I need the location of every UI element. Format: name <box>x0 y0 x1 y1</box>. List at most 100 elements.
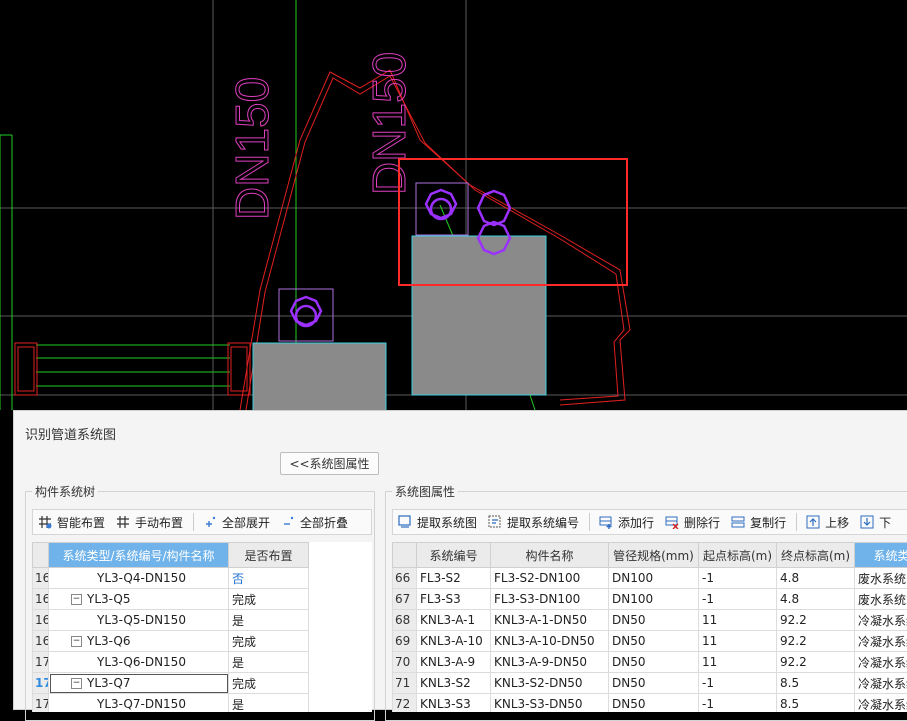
props-header-rownum <box>393 543 417 568</box>
start-elev-cell[interactable]: 11 <box>699 631 777 652</box>
add-row-button[interactable]: 添加行 <box>598 514 654 531</box>
table-row[interactable]: 170 YL3-Q6-DN150 是 <box>33 652 373 673</box>
system-code-cell[interactable]: KNL3-S3 <box>417 694 491 713</box>
component-tree-label: 构件系统树 <box>32 483 98 500</box>
delete-row-label: 删除行 <box>684 514 720 531</box>
move-down-label: 下 <box>879 514 891 531</box>
system-code-cell[interactable]: KNL3-A-9 <box>417 652 491 673</box>
props-header-name[interactable]: 构件名称 <box>491 543 609 568</box>
component-name-cell[interactable]: KNL3-A-1-DN50 <box>491 610 609 631</box>
tree-node-label: YL3-Q5 <box>87 592 131 606</box>
component-name-cell[interactable]: FL3-S3-DN100 <box>491 589 609 610</box>
collapse-node-icon[interactable]: − <box>71 636 82 647</box>
start-elev-cell[interactable]: 11 <box>699 610 777 631</box>
copy-row-button[interactable]: 复制行 <box>730 514 786 531</box>
move-up-button[interactable]: 上移 <box>805 514 849 531</box>
collapse-all-button[interactable]: 全部折叠 <box>280 514 348 531</box>
component-name-cell[interactable]: KNL3-S2-DN50 <box>491 673 609 694</box>
diameter-cell[interactable]: DN50 <box>609 652 699 673</box>
smart-layout-button[interactable]: 智能布置 <box>37 514 105 531</box>
diameter-cell[interactable]: DN50 <box>609 673 699 694</box>
tree-header-name[interactable]: 系统类型/系统编号/构件名称 <box>49 543 229 568</box>
table-row[interactable]: 172 YL3-Q7-DN150 是 <box>33 694 373 713</box>
table-row[interactable]: 171 −YL3-Q7 完成 <box>33 673 373 694</box>
start-elev-cell[interactable]: -1 <box>699 568 777 589</box>
start-elev-cell[interactable]: -1 <box>699 589 777 610</box>
filler-cell <box>309 694 373 713</box>
row-number: 170 <box>33 652 49 673</box>
smart-layout-label: 智能布置 <box>57 514 105 531</box>
system-properties-table-wrap: 系统编号 构件名称 管径规格(mm) 起点标高(m) 终点标高(m) 系统类型 … <box>392 542 907 712</box>
diameter-cell[interactable]: DN50 <box>609 631 699 652</box>
table-row[interactable]: 67 FL3-S3 FL3-S3-DN100 DN100 -1 4.8 废水系统 <box>393 589 907 610</box>
table-row[interactable]: 66 FL3-S2 FL3-S2-DN100 DN100 -1 4.8 废水系统 <box>393 568 907 589</box>
table-row[interactable]: 71 KNL3-S2 KNL3-S2-DN50 DN50 -1 8.5 冷凝水系… <box>393 673 907 694</box>
collapse-node-icon[interactable]: − <box>71 678 82 689</box>
end-elev-cell[interactable]: 4.8 <box>777 568 855 589</box>
end-elev-cell[interactable]: 4.8 <box>777 589 855 610</box>
collapse-node-icon[interactable]: − <box>71 594 82 605</box>
system-type-cell[interactable]: 冷凝水系统 <box>855 673 907 694</box>
end-elev-cell[interactable]: 92.2 <box>777 610 855 631</box>
system-type-cell[interactable]: 冷凝水系统 <box>855 694 907 713</box>
table-row[interactable]: 166 YL3-Q4-DN150 否 <box>33 568 373 589</box>
extract-number-button[interactable]: 提取系统编号 <box>487 514 579 531</box>
tree-toolbar: 智能布置 手动布置 全部展开 全部折叠 <box>32 509 372 535</box>
table-row[interactable]: 68 KNL3-A-1 KNL3-A-1-DN50 DN50 11 92.2 冷… <box>393 610 907 631</box>
props-header-system-type[interactable]: 系统类型 <box>855 543 907 568</box>
row-number: 69 <box>393 631 417 652</box>
props-header-code[interactable]: 系统编号 <box>417 543 491 568</box>
end-elev-cell[interactable]: 8.5 <box>777 673 855 694</box>
system-type-cell[interactable]: 冷凝水系统 <box>855 610 907 631</box>
end-elev-cell[interactable]: 8.5 <box>777 694 855 713</box>
system-type-cell[interactable]: 冷凝水系统 <box>855 631 907 652</box>
toggle-properties-button[interactable]: <<系统图属性 <box>280 452 379 475</box>
diameter-cell[interactable]: DN50 <box>609 610 699 631</box>
system-type-cell[interactable]: 废水系统 <box>855 568 907 589</box>
system-code-cell[interactable]: FL3-S2 <box>417 568 491 589</box>
extract-diagram-button[interactable]: 提取系统图 <box>397 514 477 531</box>
table-row[interactable]: 168 YL3-Q5-DN150 是 <box>33 610 373 631</box>
start-elev-cell[interactable]: -1 <box>699 673 777 694</box>
system-type-cell[interactable]: 废水系统 <box>855 589 907 610</box>
system-code-cell[interactable]: KNL3-S2 <box>417 673 491 694</box>
move-down-button[interactable]: 下 <box>859 514 891 531</box>
move-down-icon <box>859 514 875 530</box>
props-header-diameter[interactable]: 管径规格(mm) <box>609 543 699 568</box>
diameter-cell[interactable]: DN100 <box>609 568 699 589</box>
component-name-cell[interactable]: KNL3-S3-DN50 <box>491 694 609 713</box>
system-code-cell[interactable]: KNL3-A-10 <box>417 631 491 652</box>
component-name-cell[interactable]: KNL3-A-9-DN50 <box>491 652 609 673</box>
end-elev-cell[interactable]: 92.2 <box>777 631 855 652</box>
placement-status: 是 <box>229 694 309 713</box>
system-code-cell[interactable]: KNL3-A-1 <box>417 610 491 631</box>
table-row[interactable]: 69 KNL3-A-10 KNL3-A-10-DN50 DN50 11 92.2… <box>393 631 907 652</box>
start-elev-cell[interactable]: 11 <box>699 652 777 673</box>
table-row[interactable]: 70 KNL3-A-9 KNL3-A-9-DN50 DN50 11 92.2 冷… <box>393 652 907 673</box>
start-elev-cell[interactable]: -1 <box>699 694 777 713</box>
end-elev-cell[interactable]: 92.2 <box>777 652 855 673</box>
component-tree-table: 系统类型/系统编号/构件名称 是否布置 166 YL3-Q4-DN150 否 1… <box>32 542 372 712</box>
pipe-system-dialog: 识别管道系统图 <<系统图属性 构件系统树 智能布置 手动布置 全部展开 <box>13 410 907 710</box>
tree-header-filler <box>309 543 373 568</box>
table-row[interactable]: 167 −YL3-Q5 完成 <box>33 589 373 610</box>
props-header-start-elev[interactable]: 起点标高(m) <box>699 543 777 568</box>
diameter-cell[interactable]: DN100 <box>609 589 699 610</box>
system-code-cell[interactable]: FL3-S3 <box>417 589 491 610</box>
row-number: 169 <box>33 631 49 652</box>
toolbar-separator <box>193 513 194 531</box>
tree-header-status[interactable]: 是否布置 <box>229 543 309 568</box>
component-name-cell[interactable]: FL3-S2-DN100 <box>491 568 609 589</box>
row-number: 70 <box>393 652 417 673</box>
expand-all-button[interactable]: 全部展开 <box>202 514 270 531</box>
system-type-cell[interactable]: 冷凝水系统 <box>855 652 907 673</box>
table-row[interactable]: 72 KNL3-S3 KNL3-S3-DN50 DN50 -1 8.5 冷凝水系… <box>393 694 907 713</box>
filler-cell <box>309 610 373 631</box>
manual-layout-button[interactable]: 手动布置 <box>115 514 183 531</box>
toolbar-separator <box>589 513 590 531</box>
props-header-end-elev[interactable]: 终点标高(m) <box>777 543 855 568</box>
delete-row-button[interactable]: 删除行 <box>664 514 720 531</box>
diameter-cell[interactable]: DN50 <box>609 694 699 713</box>
component-name-cell[interactable]: KNL3-A-10-DN50 <box>491 631 609 652</box>
table-row[interactable]: 169 −YL3-Q6 完成 <box>33 631 373 652</box>
